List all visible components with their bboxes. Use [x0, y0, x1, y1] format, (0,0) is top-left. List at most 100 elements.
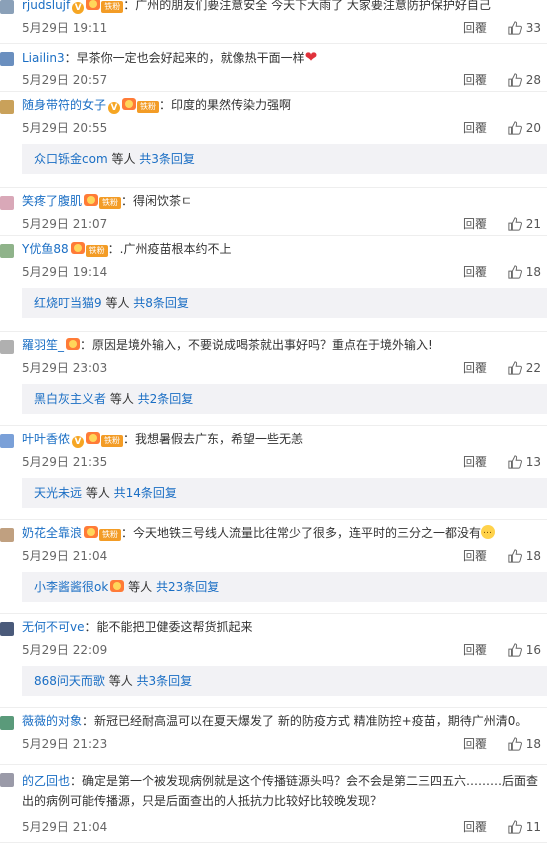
comment-item: 叶叶香侬 V 铁粉 ：我想暑假去广东，希望一些无恙 5月29日 21:35 回覆 13 天光未… [0, 426, 547, 520]
like-button[interactable]: 18 [508, 736, 541, 752]
username-link[interactable]: 薇薇的对象 [22, 714, 82, 728]
comment-text: 我想暑假去广东，希望一些无恙 [135, 432, 304, 446]
avatar[interactable] [0, 773, 14, 787]
comment-text: 能不能把卫健委这帮货抓起来 [96, 620, 253, 634]
thread-mid-text: 等人 [124, 580, 156, 594]
comment-item: Y优鱼88 铁粉 ：.广州疫苗根本约不上 5月29日 19:14 回覆 18 红烧叮当猫9 … [0, 236, 547, 332]
thread-username-link[interactable]: 天光未远 [34, 486, 82, 500]
like-button[interactable]: 21 [508, 216, 541, 232]
comment-date: 5月29日 20:55 [22, 121, 108, 135]
reply-thread-summary[interactable]: 天光未远 等人 共14条回复 [22, 478, 547, 508]
comment-line: 奶花全靠浪 铁粉 ：今天地铁三号线人流量比往常少了很多，连平时的三分之一都没有 [22, 524, 539, 542]
comment-text: 印度的果然传染力强啊 [171, 98, 292, 112]
fan-badge-icon: 铁粉 [99, 529, 122, 541]
thread-username-link[interactable]: 小李酱酱很ok [34, 580, 108, 594]
fan-badge-icon: 铁粉 [99, 197, 122, 209]
comment-date: 5月29日 21:04 [22, 549, 108, 563]
reply-button[interactable]: 回覆 [463, 72, 487, 88]
reply-thread-summary[interactable]: 868问天而歌 等人 共3条回复 [22, 666, 547, 696]
like-button[interactable]: 11 [508, 819, 541, 835]
like-count: 18 [525, 265, 541, 279]
reply-thread-summary[interactable]: 黑白灰主义者 等人 共2条回复 [22, 384, 547, 414]
thumbs-up-icon [508, 549, 522, 563]
thread-username-link[interactable]: 红烧叮当猫9 [34, 296, 102, 310]
avatar[interactable] [0, 622, 14, 636]
reply-button[interactable]: 回覆 [463, 819, 487, 835]
fan-medal-icon [110, 580, 125, 592]
comment-line: 羅羽笙_ ：原因是境外输入，不要说成喝茶就出事好吗？重点在于境外输入! [22, 336, 539, 354]
comment-line: 无何不可ve：能不能把卫健委这帮货抓起来 [22, 618, 539, 636]
avatar[interactable] [0, 0, 14, 14]
thumbs-up-icon [508, 361, 522, 375]
avatar[interactable] [0, 340, 14, 354]
like-count: 18 [525, 549, 541, 563]
like-button[interactable]: 33 [508, 20, 541, 36]
reply-button[interactable]: 回覆 [463, 736, 487, 752]
thread-mid-text: 等人 [82, 486, 114, 500]
username-link[interactable]: 羅羽笙_ [22, 338, 64, 352]
thread-reply-count-link[interactable]: 共14条回复 [114, 486, 177, 500]
thumbs-up-icon [508, 643, 522, 657]
verified-v-icon: V [72, 2, 85, 14]
avatar[interactable] [0, 52, 14, 66]
like-count: 22 [525, 361, 541, 375]
avatar[interactable] [0, 244, 14, 258]
reply-thread-summary[interactable]: 小李酱酱很ok 等人 共23条回复 [22, 572, 547, 602]
username-link[interactable]: 叶叶香侬 [22, 432, 70, 446]
comment-item: 薇薇的对象：新冠已经耐高温可以在夏天爆发了 新的防疫方式 精准防控+疫苗，期待广… [0, 708, 547, 765]
comment-item: Liailin3：早茶你一定也会好起来的，就像热干面一样❤ 5月29日 20:57… [0, 44, 547, 92]
like-count: 33 [525, 21, 541, 35]
like-button[interactable]: 13 [508, 454, 541, 470]
like-button[interactable]: 18 [508, 264, 541, 280]
comment-item: 笑疼了腹肌 铁粉 ：得闲饮茶ㄷ 5月29日 21:07 回覆 21 [0, 188, 547, 236]
avatar[interactable] [0, 716, 14, 730]
fan-badge-icon: 铁粉 [101, 435, 124, 447]
username-link[interactable]: Y优鱼88 [22, 242, 69, 256]
like-button[interactable]: 28 [508, 72, 541, 88]
reply-button[interactable]: 回覆 [463, 454, 487, 470]
fan-medal-icon [86, 0, 101, 10]
thread-username-link[interactable]: 黑白灰主义者 [34, 392, 106, 406]
reply-button[interactable]: 回覆 [463, 360, 487, 376]
reply-thread-summary[interactable]: 红烧叮当猫9 等人 共8条回复 [22, 288, 547, 318]
username-link[interactable]: 随身带符的女子 [22, 98, 106, 112]
username-link[interactable]: 无何不可ve [22, 620, 85, 634]
thread-reply-count-link[interactable]: 共3条回复 [137, 674, 193, 688]
fan-badge-icon: 铁粉 [101, 1, 124, 13]
reply-thread-summary[interactable]: 众口铄金com 等人 共3条回复 [22, 144, 547, 174]
thread-username-link[interactable]: 868问天而歌 [34, 674, 105, 688]
reply-button[interactable]: 回覆 [463, 20, 487, 36]
like-count: 13 [525, 455, 541, 469]
username-link[interactable]: 奶花全靠浪 [22, 526, 82, 540]
reply-button[interactable]: 回覆 [463, 216, 487, 232]
thread-reply-count-link[interactable]: 共23条回复 [156, 580, 219, 594]
comment-line: 的乙回也：确定是第一个被发现病例就是这个传播链源头吗？会不会是第二三四五六………… [22, 771, 539, 811]
reply-button[interactable]: 回覆 [463, 642, 487, 658]
reply-button[interactable]: 回覆 [463, 548, 487, 564]
like-button[interactable]: 20 [508, 120, 541, 136]
like-count: 16 [525, 643, 541, 657]
like-button[interactable]: 22 [508, 360, 541, 376]
username-link[interactable]: rjudslujf [22, 0, 70, 12]
comment-item: 无何不可ve：能不能把卫健委这帮货抓起来 5月29日 22:09 回覆 16 868问天… [0, 614, 547, 708]
fan-medal-icon [86, 432, 101, 444]
thread-username-link[interactable]: 众口铄金com [34, 152, 108, 166]
username-link[interactable]: 的乙回也 [22, 774, 70, 788]
username-link[interactable]: Liailin3 [22, 51, 65, 65]
avatar[interactable] [0, 434, 14, 448]
thread-reply-count-link[interactable]: 共2条回复 [138, 392, 194, 406]
avatar[interactable] [0, 100, 14, 114]
reply-button[interactable]: 回覆 [463, 264, 487, 280]
like-button[interactable]: 18 [508, 548, 541, 564]
avatar[interactable] [0, 196, 14, 210]
comment-text: 原因是境外输入，不要说成喝茶就出事好吗？重点在于境外输入! [92, 338, 433, 352]
like-count: 11 [525, 820, 541, 834]
thread-reply-count-link[interactable]: 共8条回复 [133, 296, 189, 310]
avatar[interactable] [0, 528, 14, 542]
comment-date: 5月29日 19:11 [22, 21, 108, 35]
thread-reply-count-link[interactable]: 共3条回复 [139, 152, 195, 166]
comment-text: 早茶你一定也会好起来的，就像热干面一样 [76, 51, 305, 65]
reply-button[interactable]: 回覆 [463, 120, 487, 136]
username-link[interactable]: 笑疼了腹肌 [22, 194, 82, 208]
like-button[interactable]: 16 [508, 642, 541, 658]
